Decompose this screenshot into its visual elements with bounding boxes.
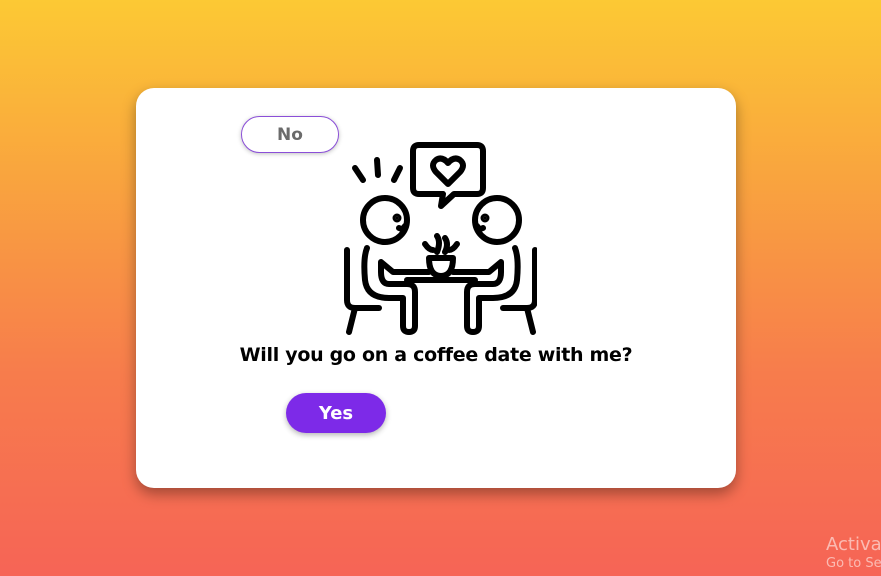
watermark-subtitle: Go to Se xyxy=(826,556,881,571)
watermark-title: Activa xyxy=(826,534,881,555)
yes-button[interactable]: Yes xyxy=(286,393,386,433)
windows-activation-watermark: Activa Go to Se xyxy=(826,534,881,572)
question-text: Will you go on a coffee date with me? xyxy=(239,344,633,366)
couple-coffee-date-icon xyxy=(344,142,537,335)
dialog-card: No Will you go on a coffee date with me?… xyxy=(136,88,736,488)
no-button[interactable]: No xyxy=(241,116,339,153)
